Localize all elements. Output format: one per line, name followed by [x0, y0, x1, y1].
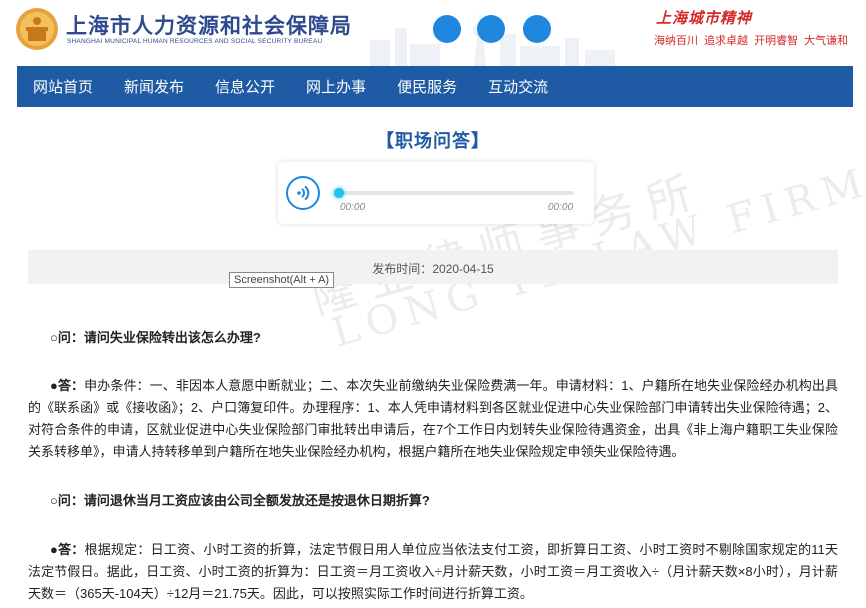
qa-answer-1: ●答：申办条件：一、非因本人意愿中断就业；二、本次失业前缴纳失业保险费满一年。申…: [28, 375, 838, 463]
page-title: 【职场问答】: [376, 131, 490, 151]
header-circle-button-1[interactable]: [433, 15, 461, 43]
question-text: 请问退休当月工资应该由公司全额发放还是按退休日期折算?: [83, 493, 430, 508]
nav-item-home[interactable]: 网站首页: [33, 76, 93, 97]
question-text: 请问失业保险转出该怎么办理?: [83, 330, 261, 345]
header-circle-button-2[interactable]: [477, 15, 505, 43]
question-prefix: ○问：: [50, 493, 84, 508]
qa-answer-2: ●答：根据规定：日工资、小时工资的折算，法定节假日用人单位应当依法支付工资，即折…: [28, 539, 838, 605]
publish-label: 发布时间：: [372, 262, 433, 276]
nav-item-public-service[interactable]: 便民服务: [397, 76, 457, 97]
publish-date: 2020-04-15: [432, 262, 494, 276]
nav-item-online-service[interactable]: 网上办事: [306, 76, 366, 97]
main-nav: 网站首页 新闻发布 信息公开 网上办事 便民服务 互动交流: [17, 66, 853, 107]
bureau-name-cn[interactable]: 上海市人力资源和社会保障局: [66, 10, 352, 40]
city-spirit-title: 上海城市精神: [656, 9, 753, 27]
bureau-name-en: SHANGHAI MUNICIPAL HUMAN RESOURCES AND S…: [67, 38, 323, 45]
audio-progress-thumb[interactable]: [334, 188, 344, 198]
site-header: 上海市人力资源和社会保障局 SHANGHAI MUNICIPAL HUMAN R…: [0, 0, 866, 66]
publish-info-bar: 发布时间：2020-04-15: [28, 250, 838, 284]
answer-prefix: ●答：: [50, 378, 85, 393]
bureau-logo-icon[interactable]: [14, 7, 60, 51]
answer-text: 申办条件：一、非因本人意愿中断就业；二、本次失业前缴纳失业保险费满一年。申请材料…: [28, 378, 838, 459]
audio-player: 00:00 00:00: [278, 162, 594, 224]
answer-text: 根据规定：日工资、小时工资的折算，法定节假日用人单位应当依法支付工资，即折算日工…: [28, 542, 838, 601]
qa-question-2: ○问：请问退休当月工资应该由公司全额发放还是按退休日期折算?: [28, 490, 838, 512]
screenshot-tooltip: Screenshot(Alt + A): [229, 272, 335, 288]
publish-info: 发布时间：2020-04-15: [28, 260, 838, 277]
header-circle-button-3[interactable]: [523, 15, 551, 43]
nav-item-news[interactable]: 新闻发布: [124, 76, 184, 97]
audio-progress-track[interactable]: [334, 188, 574, 198]
play-button[interactable]: [286, 176, 320, 210]
nav-item-interaction[interactable]: 互动交流: [488, 76, 548, 97]
question-prefix: ○问：: [50, 330, 84, 345]
nav-item-disclosure[interactable]: 信息公开: [215, 76, 275, 97]
answer-prefix: ●答：: [50, 542, 85, 557]
current-time: 00:00: [340, 202, 366, 213]
city-spirit-words: 海纳百川 追求卓越 开明睿智 大气谦和: [654, 35, 849, 47]
duration-time: 00:00: [548, 202, 574, 213]
qa-question-1: ○问：请问失业保险转出该怎么办理?: [28, 327, 838, 349]
audio-wave-icon: [297, 185, 310, 201]
